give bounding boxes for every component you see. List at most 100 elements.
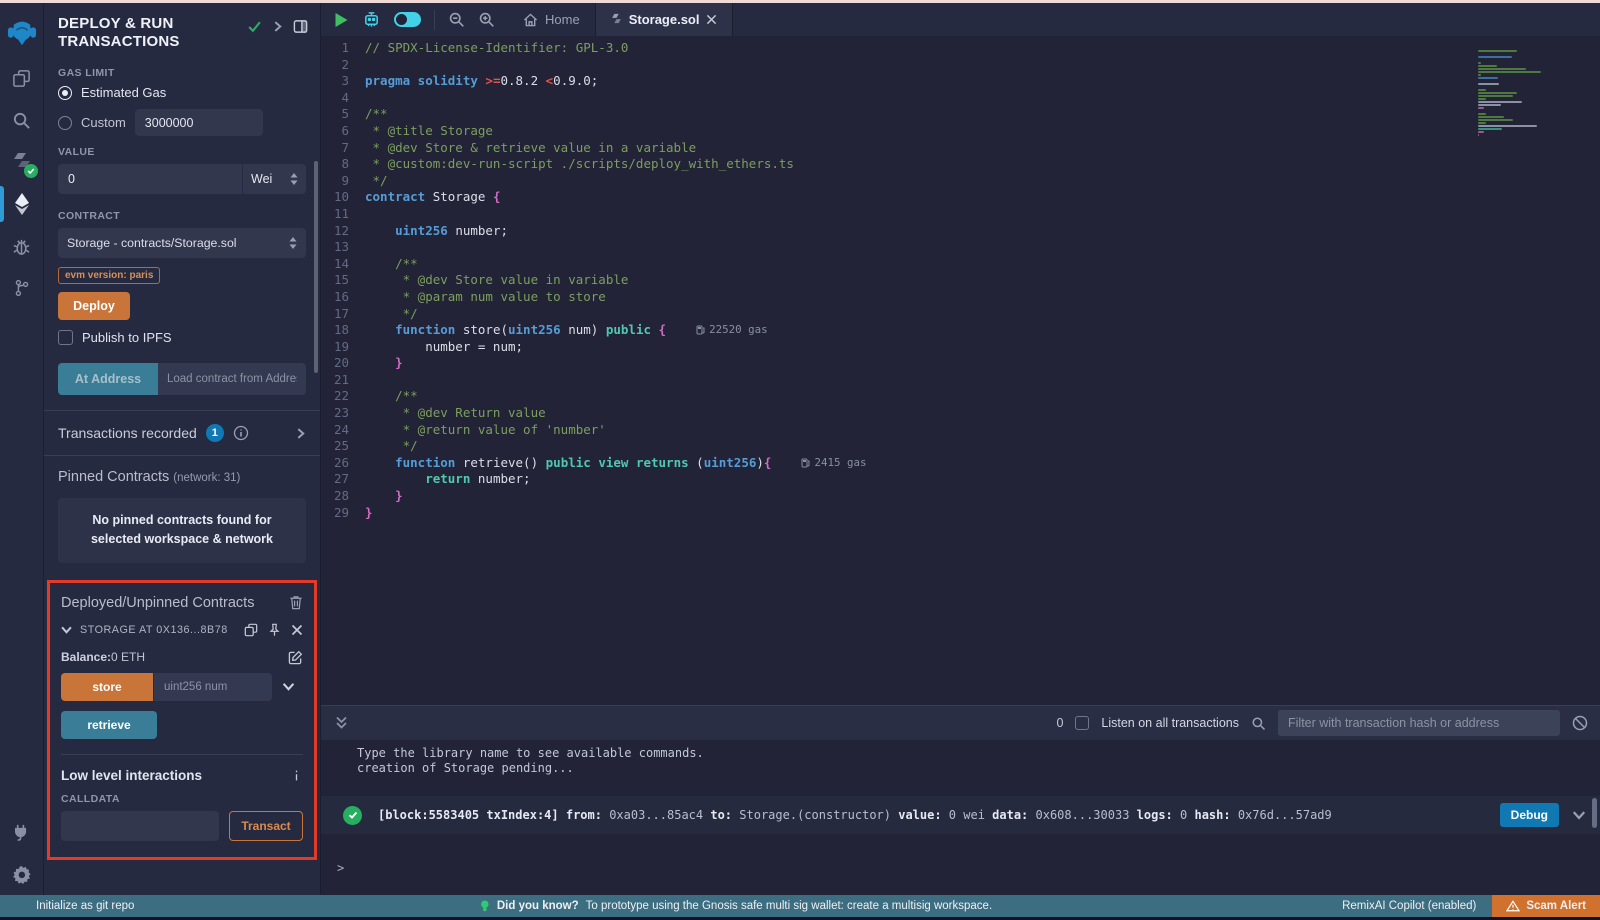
pinned-empty-message: No pinned contracts found for selected w… [58, 498, 306, 563]
transactions-recorded-row: Transactions recorded 1 [44, 411, 320, 455]
settings-gear-icon[interactable] [0, 853, 44, 895]
transaction-log-row[interactable]: [block:5583405 txIndex:4] from: 0xa03...… [321, 796, 1600, 834]
git-init-status[interactable]: Initialize as git repo [0, 900, 134, 912]
info-icon[interactable] [290, 769, 303, 782]
pending-tx-count: 0 [1056, 716, 1063, 730]
terminal-search-icon[interactable] [1251, 716, 1266, 731]
retrieve-button[interactable]: retrieve [61, 711, 157, 739]
estimated-gas-option[interactable]: Estimated Gas [58, 85, 306, 100]
pin-contract-icon[interactable] [268, 623, 281, 637]
deployed-contract-item[interactable]: STORAGE AT 0X136...8B78 [61, 623, 303, 637]
run-script-icon[interactable] [334, 12, 349, 28]
contract-select[interactable]: Storage - contracts/Storage.sol [58, 228, 306, 258]
code-line: 11 [321, 206, 1600, 223]
custom-gas-radio[interactable] [58, 116, 72, 130]
expand-transactions-icon[interactable] [295, 428, 306, 439]
code-line: 18 function store(uint256 num) public {2… [321, 322, 1600, 339]
copilot-toggle[interactable] [394, 12, 421, 27]
scam-alert-button[interactable]: Scam Alert [1492, 895, 1600, 917]
tab-home[interactable]: Home [508, 3, 595, 36]
edit-balance-icon[interactable] [288, 650, 303, 665]
line-number: 28 [321, 488, 365, 505]
remove-contract-icon[interactable] [291, 624, 303, 636]
copy-address-icon[interactable] [244, 623, 258, 637]
code-line: 3pragma solidity >=0.8.2 <0.9.0; [321, 73, 1600, 90]
tx-success-icon [343, 806, 362, 825]
solidity-compiler-icon[interactable] [0, 141, 44, 183]
ai-assistant-robot-icon[interactable] [362, 10, 381, 29]
warning-triangle-icon [1506, 900, 1520, 912]
line-number: 19 [321, 339, 365, 356]
terminal-prompt[interactable]: > [321, 861, 1600, 875]
editor-column: Home Storage.sol 1// SPDX-License-Identi… [321, 3, 1600, 895]
did-you-know-tip: Did you know? To prototype using the Gno… [480, 900, 992, 913]
balance-label: Balance: [61, 650, 111, 664]
code-line: 6 * @title Storage [321, 123, 1600, 140]
panel-scrollbar[interactable] [314, 161, 318, 373]
value-unit-select[interactable]: Wei [242, 164, 306, 194]
trash-icon[interactable] [289, 595, 303, 610]
home-icon [523, 13, 538, 27]
zoom-in-icon[interactable] [478, 11, 495, 28]
low-level-header: Low level interactions [61, 755, 303, 783]
remix-logo-icon[interactable] [0, 9, 44, 57]
clear-console-icon[interactable] [1572, 715, 1588, 731]
filter-transactions-input[interactable] [1278, 710, 1560, 736]
code-line: 17 */ [321, 306, 1600, 323]
code-line: 4 [321, 90, 1600, 107]
stepper-icon [290, 173, 298, 185]
line-number: 2 [321, 57, 365, 74]
pinned-contracts-title: Pinned Contracts (network: 31) [58, 469, 306, 485]
publish-ipfs-checkbox[interactable] [58, 330, 73, 345]
terminal-scrollbar[interactable] [1592, 798, 1597, 828]
minimap[interactable] [1478, 50, 1548, 137]
calldata-label: CALLDATA [61, 793, 303, 805]
deployed-contracts-header: Deployed/Unpinned Contracts [61, 589, 303, 623]
pin-panel-icon[interactable] [293, 19, 308, 34]
at-address-button[interactable]: At Address [58, 363, 158, 395]
custom-gas-option[interactable]: Custom [58, 109, 306, 136]
info-icon[interactable] [233, 425, 249, 441]
collapse-terminal-icon[interactable] [335, 716, 348, 730]
expand-args-icon[interactable] [282, 680, 295, 693]
plugin-manager-icon[interactable] [0, 811, 44, 853]
debugger-icon[interactable] [0, 225, 44, 267]
transact-button[interactable]: Transact [229, 811, 303, 841]
tab-storage-sol[interactable]: Storage.sol [595, 3, 734, 36]
file-explorer-icon[interactable] [0, 57, 44, 99]
publish-ipfs-row: Publish to IPFS [58, 330, 306, 345]
at-address-input[interactable] [158, 363, 306, 395]
close-tab-icon[interactable] [706, 14, 717, 25]
listen-all-checkbox[interactable] [1075, 716, 1089, 730]
line-number: 24 [321, 422, 365, 439]
value-label: VALUE [58, 146, 306, 158]
code-line: 5/** [321, 106, 1600, 123]
chevron-down-icon[interactable] [61, 624, 72, 635]
balance-row: Balance: 0 ETH [61, 650, 303, 665]
code-editor[interactable]: 1// SPDX-License-Identifier: GPL-3.023pr… [321, 36, 1600, 705]
search-icon[interactable] [0, 99, 44, 141]
store-button[interactable]: store [61, 673, 153, 701]
git-icon[interactable] [0, 267, 44, 309]
deploy-and-run-icon[interactable] [0, 183, 44, 225]
zoom-out-icon[interactable] [448, 11, 465, 28]
terminal: 0 Listen on all transactions Type the li… [321, 705, 1600, 895]
terminal-content[interactable]: Type the library name to see available c… [321, 740, 1600, 895]
copilot-status[interactable]: RemixAI Copilot (enabled) [1342, 900, 1476, 912]
code-line: 15 * @dev Store value in variable [321, 272, 1600, 289]
line-number: 27 [321, 471, 365, 488]
estimated-gas-radio[interactable] [58, 86, 72, 100]
line-number: 21 [321, 372, 365, 389]
deploy-button[interactable]: Deploy [58, 292, 130, 320]
expand-tx-icon[interactable] [1572, 808, 1586, 822]
debug-button[interactable]: Debug [1500, 803, 1559, 827]
custom-gas-input[interactable] [135, 109, 263, 136]
store-arg-input[interactable] [154, 673, 272, 701]
value-input[interactable]: 0 [58, 164, 242, 194]
evm-version-badge: evm version: paris [58, 267, 160, 284]
panel-title: DEPLOY & RUN TRANSACTIONS [58, 15, 208, 51]
calldata-input[interactable] [61, 811, 219, 841]
panel-forward-icon[interactable] [272, 21, 283, 32]
transactions-count-badge: 1 [206, 424, 224, 442]
deployed-contracts-title: Deployed/Unpinned Contracts [61, 595, 254, 611]
